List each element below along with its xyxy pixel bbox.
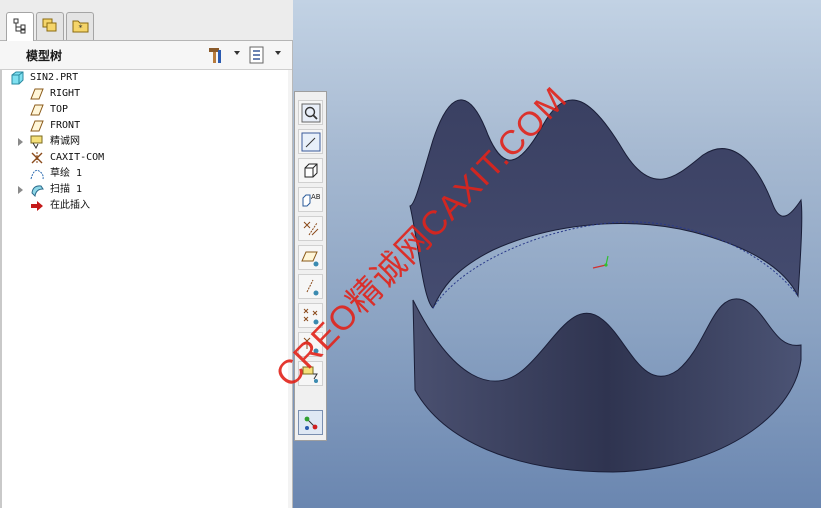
- part-icon: [11, 71, 24, 85]
- expand-arrow-icon[interactable]: [18, 186, 23, 194]
- spin-center-icon: [304, 416, 318, 430]
- zoom-window-button[interactable]: [298, 100, 323, 125]
- tree-node-label: 在此插入: [50, 200, 90, 211]
- layer-folder-icon: [30, 135, 43, 149]
- insert-here-arrow-icon: [31, 201, 43, 211]
- list-options-icon: [249, 46, 264, 64]
- model-tree-title: 模型树: [26, 49, 63, 63]
- svg-text:*: *: [79, 24, 83, 33]
- orient-ab-icon: AB: [302, 193, 321, 207]
- tree-node-label: SIN2.PRT: [30, 72, 79, 83]
- tree-node-label: FRONT: [50, 120, 81, 131]
- wavy-surface-front[interactable]: [412, 298, 802, 473]
- folder-browser-icon: [42, 18, 57, 32]
- magnifier-icon: [301, 103, 321, 123]
- model-tree-header: 模型树: [0, 41, 292, 70]
- tree-node-label: TOP: [50, 104, 69, 115]
- datum-plane-icon: [30, 104, 44, 116]
- coordinate-axis-triad: [592, 255, 609, 269]
- favorites-folder-icon: *: [72, 20, 89, 33]
- tree-node-label: CAXIT-COM: [50, 152, 105, 163]
- tree-node-label: 精诚网: [50, 136, 80, 147]
- tree-settings-button[interactable]: [206, 45, 228, 65]
- datum-display-button[interactable]: [298, 216, 323, 241]
- plane-display-icon: [301, 251, 319, 267]
- tab-favorites[interactable]: *: [66, 12, 94, 40]
- sweep-feature-icon: [31, 185, 44, 197]
- plane-display-button[interactable]: [298, 245, 323, 270]
- axis-display-icon: [306, 279, 319, 296]
- sketch-icon: [30, 169, 44, 180]
- datum-display-icon: [303, 221, 319, 236]
- datum-plane-icon: [30, 120, 44, 132]
- saved-views-button[interactable]: [298, 158, 323, 183]
- axis-display-button[interactable]: [298, 274, 323, 299]
- refit-icon: [301, 132, 321, 152]
- navigator-panel: * 模型树 SIN2.PRT RIGHT TOP FRONT 精诚网 CAXIT…: [0, 0, 293, 508]
- tab-model-tree[interactable]: [6, 12, 34, 41]
- show-options-button[interactable]: [248, 45, 268, 65]
- model-tree: SIN2.PRT RIGHT TOP FRONT 精诚网 CAXIT-COM 草…: [0, 70, 288, 508]
- spin-center-button[interactable]: [298, 410, 323, 435]
- orient-view-button[interactable]: AB: [298, 187, 323, 212]
- model-tree-icon: [13, 18, 26, 34]
- show-options-dropdown-icon[interactable]: [275, 51, 281, 55]
- navigator-tab-bar: *: [0, 0, 293, 41]
- tab-folder-browser[interactable]: [36, 12, 64, 40]
- coordinate-system-icon: [31, 152, 43, 164]
- datum-plane-icon: [30, 88, 44, 100]
- cube-view-icon: [304, 163, 318, 178]
- hammer-wrench-icon: [209, 48, 221, 63]
- tree-node-label: 草绘 1: [50, 168, 83, 179]
- tree-settings-dropdown-icon[interactable]: [234, 51, 240, 55]
- tree-node-label: RIGHT: [50, 88, 81, 99]
- tree-node-label: 扫描 1: [50, 184, 83, 195]
- expand-arrow-icon[interactable]: [18, 138, 23, 146]
- refit-button[interactable]: [298, 129, 323, 154]
- svg-text:AB: AB: [311, 193, 321, 201]
